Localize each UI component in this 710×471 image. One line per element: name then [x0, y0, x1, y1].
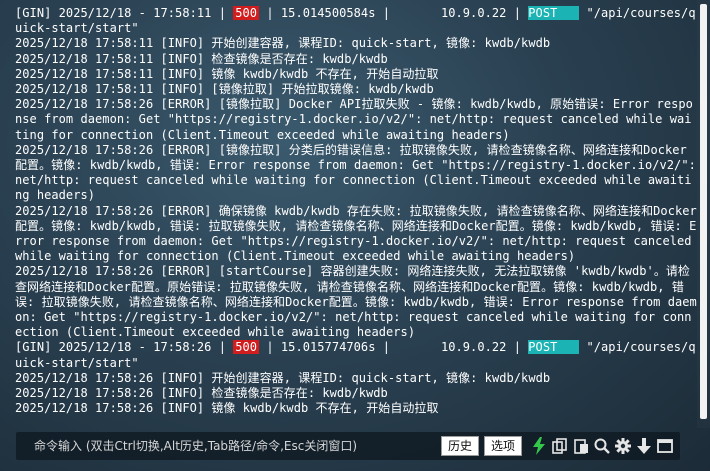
gear-icon[interactable] — [614, 437, 632, 455]
log-segment: [GIN] 2025/12/18 - 17:58:26 | — [15, 340, 226, 355]
log-line: 2025/12/18 17:58:26 [INFO] 开始创建容器, 课程ID:… — [15, 370, 551, 385]
lightning-icon[interactable] — [530, 437, 548, 455]
options-button[interactable]: 选项 — [483, 436, 522, 456]
log-line: 2025/12/18 17:58:26 [ERROR] [镜像拉取] Docke… — [15, 97, 693, 142]
log-line: 2025/12/18 17:58:26 [INFO] 检查镜像是否存在: kwd… — [15, 386, 388, 401]
log-segment: [GIN] 2025/12/18 - 17:58:11 | — [15, 6, 226, 20]
log-line: 2025/12/18 17:58:11 [INFO] [镜像拉取] 开始拉取镜像… — [15, 82, 434, 97]
history-button[interactable]: 历史 — [440, 436, 479, 456]
log-line: 2025/12/18 17:58:26 [ERROR] [镜像拉取] 分类后的错… — [15, 142, 696, 203]
log-line: 2025/12/18 17:58:26 [ERROR] [startCourse… — [15, 264, 697, 340]
log-segment: | 15.014500584s | 10.9.0.22 | — [266, 6, 521, 20]
log-line: 2025/12/18 17:58:11 [INFO] 开始创建容器, 课程ID:… — [15, 36, 551, 51]
search-icon[interactable] — [593, 437, 611, 455]
method-badge: POST — [528, 340, 580, 355]
log-line: 2025/12/18 17:58:26 [ERROR] 确保镜像 kwdb/kw… — [15, 203, 697, 264]
terminal-output[interactable]: [GIN] 2025/12/18 - 17:58:11 | 500 | 15.0… — [0, 0, 697, 428]
log-line: 2025/12/18 17:58:11 [INFO] 镜像 kwdb/kwdb … — [15, 66, 439, 81]
gin-log-line: [GIN] 2025/12/18 - 17:58:26 | 500 | 15.0… — [15, 340, 697, 370]
scrollbar-thumb[interactable] — [700, 4, 707, 419]
paste-icon[interactable] — [572, 437, 590, 455]
method-badge: POST — [528, 6, 580, 20]
scrollbar[interactable] — [697, 0, 710, 428]
status-badge: 500 — [233, 6, 260, 20]
status-badge: 500 — [233, 340, 260, 355]
log-segment: | 15.015774706s | 10.9.0.22 | — [266, 340, 521, 355]
arrow-down-icon[interactable] — [635, 437, 653, 455]
copy-icon[interactable] — [551, 437, 569, 455]
log-line: 2025/12/18 17:58:26 [INFO] 镜像 kwdb/kwdb … — [15, 401, 439, 416]
gin-log-line: [GIN] 2025/12/18 - 17:58:11 | 500 | 15.0… — [15, 6, 697, 36]
command-bar: 历史 选项 — [16, 432, 680, 460]
window-icon[interactable] — [656, 437, 674, 455]
log-line: 2025/12/18 17:58:11 [INFO] 检查镜像是否存在: kwd… — [15, 51, 388, 66]
command-input[interactable] — [32, 434, 441, 458]
